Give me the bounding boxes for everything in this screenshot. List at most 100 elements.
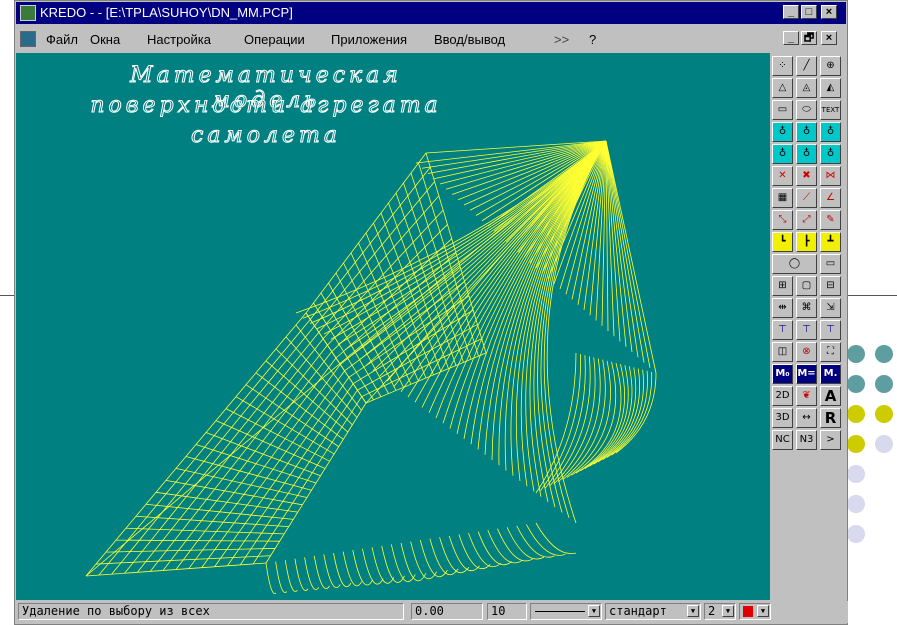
export-tool-icon[interactable]: ⇲ — [820, 298, 841, 318]
document-icon[interactable] — [20, 31, 36, 47]
3d-button[interactable]: 3D — [772, 408, 793, 428]
menu-io[interactable]: Ввод/вывод — [434, 32, 505, 47]
chevron-down-icon[interactable]: ▼ — [757, 605, 769, 617]
mdi-restore-button[interactable]: 🗗 — [801, 31, 817, 45]
mesh-tool-icon[interactable]: ▦ — [772, 188, 793, 208]
status-message: Удаление по выбору из всех — [18, 603, 404, 620]
menu-bar: Файл Окна Настройка Операции Приложения … — [16, 25, 846, 53]
value-field-1[interactable]: 0.00 — [411, 603, 483, 620]
window-title: KREDO - - [E:\TPLA\SUHOY\DN_MM.PCP] — [40, 5, 293, 20]
triangle-vertex-tool-icon[interactable]: ◬ — [796, 78, 817, 98]
window-tool-icon[interactable]: ▢ — [796, 276, 817, 296]
probe-tool-icon[interactable]: ♁ — [796, 122, 817, 142]
line-type-dropdown[interactable]: ▼ — [530, 603, 602, 620]
slide-rule-right — [848, 295, 897, 296]
probe-tool-icon[interactable]: ♁ — [820, 144, 841, 164]
a-button[interactable]: A — [820, 386, 841, 406]
maximize-button[interactable]: □ — [801, 5, 817, 19]
menu-operations[interactable]: Операции — [244, 32, 305, 47]
probe-tool-icon[interactable]: ♁ — [772, 144, 793, 164]
deco-dot — [847, 345, 865, 363]
close-button[interactable]: × — [821, 5, 837, 19]
title-bar[interactable]: KREDO - - [E:\TPLA\SUHOY\DN_MM.PCP] _ □ … — [16, 2, 846, 24]
triangle-tool-icon[interactable]: △ — [772, 78, 793, 98]
menu-settings[interactable]: Настройка — [147, 32, 211, 47]
menu-file[interactable]: Файл — [46, 32, 78, 47]
table-tool-icon[interactable]: ⊤ — [820, 320, 841, 340]
layers-tool-icon[interactable]: ◫ — [772, 342, 793, 362]
mdi-minimize-button[interactable]: _ — [783, 31, 799, 45]
m-dot-button[interactable]: M. — [820, 364, 841, 384]
ellipse-tool-icon[interactable]: ⬭ — [796, 100, 817, 120]
trim-tool-icon[interactable]: ⤡ — [772, 210, 793, 230]
toggle-circle-icon[interactable]: ◯ — [772, 254, 817, 274]
deco-dot — [847, 465, 865, 483]
n3-button[interactable]: N3 — [796, 430, 817, 450]
split-angle-icon[interactable]: ∠ — [820, 188, 841, 208]
chevron-down-icon[interactable]: ▼ — [588, 605, 600, 617]
minimize-button[interactable]: _ — [783, 5, 799, 19]
delete-segment-icon[interactable]: ⋈ — [820, 166, 841, 186]
r-button[interactable]: R — [820, 408, 841, 428]
color-dropdown[interactable]: ▼ — [739, 603, 771, 620]
value-field-2[interactable]: 10 — [487, 603, 527, 620]
grid-tool-icon[interactable]: ⊞ — [772, 276, 793, 296]
polygon-tool-icon[interactable]: ◭ — [820, 78, 841, 98]
line-sample — [535, 611, 585, 612]
pen-tool-icon[interactable]: ✎ — [820, 210, 841, 230]
text-tool-icon[interactable]: TEXT — [820, 100, 841, 120]
style-value: стандарт — [609, 604, 667, 618]
2d-button[interactable]: 2D — [772, 386, 793, 406]
delete-vertex-icon[interactable]: ✖ — [796, 166, 817, 186]
wireframe-surface — [85, 140, 657, 595]
menu-windows[interactable]: Окна — [90, 32, 120, 47]
zoom-tool-icon[interactable]: ⊗ — [796, 342, 817, 362]
table-tool-icon[interactable]: ⊤ — [796, 320, 817, 340]
deco-dot — [875, 345, 893, 363]
kredo-app-icon[interactable] — [20, 5, 36, 21]
mdi-close-button[interactable]: × — [821, 31, 837, 45]
m-equal-button[interactable]: M= — [796, 364, 817, 384]
style-dropdown[interactable]: стандарт ▼ — [605, 603, 701, 620]
rectangle-tool-icon[interactable]: ▭ — [772, 100, 793, 120]
extend-tool-icon[interactable]: ⤢ — [796, 210, 817, 230]
deco-dot — [847, 435, 865, 453]
deco-dot — [875, 435, 893, 453]
split-line-icon[interactable]: ⟋ — [796, 188, 817, 208]
dimension-icon[interactable]: ↔ — [796, 408, 817, 428]
status-bar: Удаление по выбору из всех 0.00 10 ▼ ста… — [16, 601, 848, 623]
probe-tool-icon[interactable]: ♁ — [820, 122, 841, 142]
axes-tool-icon[interactable]: ┗ — [772, 232, 793, 252]
probe-tool-icon[interactable]: ♁ — [796, 144, 817, 164]
frame-tool-icon[interactable]: ▭ — [820, 254, 841, 274]
point-grid-tool-icon[interactable]: ⁘ — [772, 56, 793, 76]
chevron-down-icon[interactable]: ▼ — [687, 605, 699, 617]
width-value: 2 — [708, 604, 716, 618]
drawing-canvas[interactable]: Математическая модель поверхности агрега… — [16, 53, 770, 600]
tiles-tool-icon[interactable]: ⊟ — [820, 276, 841, 296]
color-swatch — [743, 606, 753, 617]
figure-tool-icon[interactable]: ⌘ — [796, 298, 817, 318]
next-button[interactable]: > — [820, 430, 841, 450]
axes-tool-icon[interactable]: ┣ — [796, 232, 817, 252]
m0-button[interactable]: M₀ — [772, 364, 793, 384]
lips-icon[interactable]: ❦ — [796, 386, 817, 406]
menu-more[interactable]: >> — [554, 32, 569, 47]
menu-applications[interactable]: Приложения — [331, 32, 407, 47]
align-tool-icon[interactable]: ⇹ — [772, 298, 793, 318]
fit-view-icon[interactable]: ⛶ — [820, 342, 841, 362]
menu-help[interactable]: ? — [589, 32, 596, 47]
nc-button[interactable]: NC — [772, 430, 793, 450]
line-tool-icon[interactable]: ╱ — [796, 56, 817, 76]
deco-dot — [847, 525, 865, 543]
width-dropdown[interactable]: 2 ▼ — [704, 603, 736, 620]
chevron-down-icon[interactable]: ▼ — [722, 605, 734, 617]
table-tool-icon[interactable]: ⊤ — [772, 320, 793, 340]
circle-point-tool-icon[interactable]: ⊕ — [820, 56, 841, 76]
delete-cross-icon[interactable]: ✕ — [772, 166, 793, 186]
probe-tool-icon[interactable]: ♁ — [772, 122, 793, 142]
slide-rule-left — [0, 295, 15, 296]
axes-tool-icon[interactable]: ┻ — [820, 232, 841, 252]
kredo-window: KREDO - - [E:\TPLA\SUHOY\DN_MM.PCP] _ □ … — [14, 0, 848, 625]
deco-dot — [847, 375, 865, 393]
